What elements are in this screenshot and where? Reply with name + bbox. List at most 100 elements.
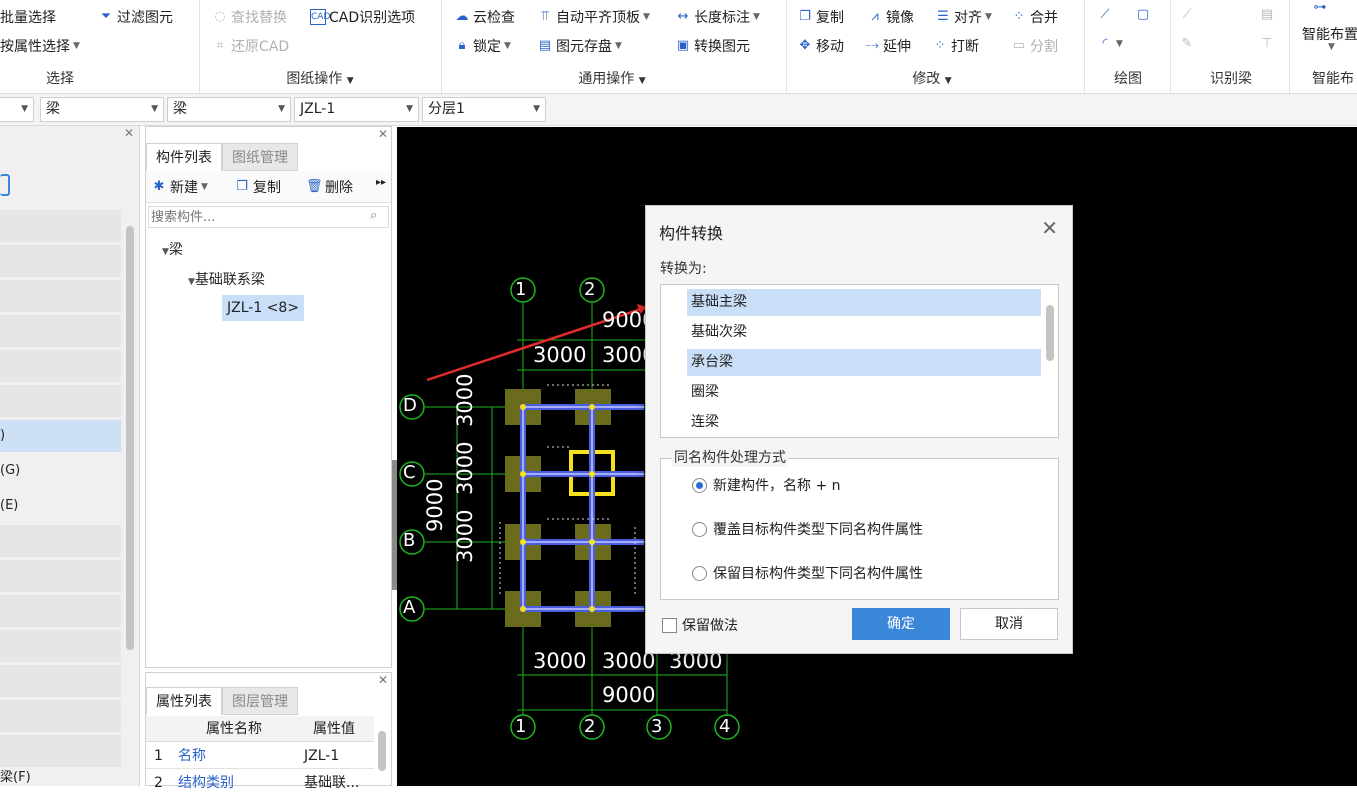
close-icon[interactable]: ✕ <box>124 126 134 140</box>
tree-root[interactable]: ▼梁 <box>162 239 183 259</box>
nav-row[interactable] <box>0 350 121 382</box>
list-scrollbar[interactable] <box>1046 305 1054 361</box>
align-icon: ☰ <box>937 9 949 24</box>
ribbon: 批量选择 ⏷ 过滤图元 按属性选择 ▼ 选择 ◌ 查找替换 CAD CAD识别选项 ⌗ 还… <box>0 0 1357 94</box>
modify-label: 修改 ▼ <box>912 71 952 87</box>
copy-label: 复制 <box>816 10 844 26</box>
component-convert-dialog: 构件转换 ✕ 转换为: 基础主梁 基础次梁 承台梁 圈梁 连梁 同名构件处理方式… <box>645 205 1073 654</box>
extend-icon: ⤍ <box>865 38 879 53</box>
save-elements-button[interactable]: ▤ 图元存盘 ▼ <box>537 36 622 56</box>
split-button[interactable]: ▭ 分割 <box>1011 36 1058 56</box>
table-row[interactable]: 2 结构类别 基础联... <box>146 770 374 796</box>
close-icon[interactable]: ✕ <box>378 673 388 687</box>
nav-row[interactable] <box>0 735 121 767</box>
ok-button[interactable]: 确定 <box>852 608 950 640</box>
list-item-main-beam[interactable]: 基础主梁 <box>687 289 1041 316</box>
left-scrollbar[interactable] <box>126 226 134 650</box>
auto-align-button[interactable]: ⫪ 自动平齐顶板 ▼ <box>537 7 650 27</box>
selector-category[interactable]: 梁 ▼ <box>40 97 164 122</box>
search-component-input[interactable] <box>148 206 389 228</box>
list-item-secondary-beam[interactable]: 基础次梁 <box>687 319 1041 346</box>
align-button[interactable]: ☰ 对齐 ▼ <box>935 7 992 27</box>
move-button[interactable]: ✥ 移动 <box>797 36 844 56</box>
axis-label-d: D <box>403 395 417 416</box>
tree-leaf-selected[interactable]: JZL-1 <8> <box>222 295 305 321</box>
nav-row[interactable] <box>0 630 121 662</box>
keep-method-label: 保留做法 <box>682 618 738 634</box>
nav-row[interactable] <box>0 280 121 312</box>
mirror-button[interactable]: ⩘ 镜像 <box>867 7 914 27</box>
lock-button[interactable]: 🔒︎ 锁定 ▼ <box>454 36 511 56</box>
batch-select-button[interactable]: 批量选择 <box>0 7 56 27</box>
close-icon[interactable]: ✕ <box>378 127 388 141</box>
radio-overwrite[interactable]: 覆盖目标构件类型下同名构件属性 <box>692 519 923 539</box>
convert-target-list[interactable]: 基础主梁 基础次梁 承台梁 圈梁 连梁 <box>660 284 1059 438</box>
close-icon[interactable]: ✕ <box>1041 216 1058 240</box>
selector-type[interactable]: 梁 ▼ <box>167 97 291 122</box>
new-component-button[interactable]: ✱ 新建 ▼ <box>151 177 208 197</box>
draw-arc-button[interactable]: ◜ ▼ <box>1097 36 1122 52</box>
filter-elements-button[interactable]: ⏷ 过滤图元 <box>98 7 173 27</box>
nav-row-e[interactable]: (E) <box>0 490 121 522</box>
smart-layout-icon-btn[interactable]: ⊶ <box>1312 0 1328 16</box>
property-scrollbar[interactable] <box>378 731 386 771</box>
selector-layer[interactable]: 分层1 ▼ <box>422 97 546 122</box>
list-item-cap-beam[interactable]: 承台梁 <box>687 349 1041 376</box>
radio-icon <box>692 521 707 537</box>
filter-icon: ⏷ <box>100 9 112 24</box>
tab-layer-manage[interactable]: 图层管理 <box>222 687 298 715</box>
cloud-check-button[interactable]: ☁ 云检查 <box>454 7 516 27</box>
nav-row-f[interactable]: 梁(F) <box>0 770 121 802</box>
copy-button[interactable]: ❐ 复制 <box>797 7 844 27</box>
draw-rect-button[interactable]: ▢ <box>1135 7 1151 23</box>
nav-row[interactable] <box>0 665 121 697</box>
length-dim-button[interactable]: ↔ 长度标注 ▼ <box>675 7 760 27</box>
nav-row[interactable] <box>0 700 121 732</box>
draw-line-button[interactable]: ⟋ <box>1097 7 1113 23</box>
table-row[interactable]: 1 名称 JZL-1 <box>146 743 374 769</box>
list-item-ring-beam[interactable]: 圈梁 <box>687 379 1041 406</box>
smart-layout-button[interactable]: 智能布置 <box>1302 24 1357 44</box>
merge-button[interactable]: ⁘ 合并 <box>1011 7 1058 27</box>
restore-cad-button[interactable]: ⌗ 还原CAD <box>212 36 289 56</box>
nav-row[interactable] <box>0 210 121 242</box>
nav-row[interactable] <box>0 525 121 557</box>
nav-row-selected[interactable]: ) <box>0 420 121 452</box>
recognize-tool-1[interactable]: ⟋ <box>1179 7 1195 23</box>
delete-component-button[interactable]: 🗑︎ 删除 <box>306 177 353 197</box>
general-ops-group: ☁ 云检查 ⫪ 自动平齐顶板 ▼ ↔ 长度标注 ▼ 🔒︎ 锁定 ▼ ▤ 图元存盘 ▼ ▣ 转换图元 … <box>442 0 787 94</box>
nav-row[interactable] <box>0 385 121 417</box>
keep-method-checkbox[interactable]: 保留做法 <box>662 615 738 635</box>
more-icon[interactable]: ▸▸ <box>376 177 386 188</box>
list-item-coupling-beam[interactable]: 连梁 <box>687 409 1041 436</box>
smart-layout-group: ⊶ 智能布置 ▼ 智能布 <box>1290 0 1357 94</box>
nav-row-g[interactable]: (G) <box>0 455 121 487</box>
selector-0[interactable]: ▼ <box>0 97 34 122</box>
nav-row[interactable] <box>0 245 121 277</box>
tab-drawing-manage[interactable]: 图纸管理 <box>222 143 298 171</box>
smart-layout-dropdown[interactable]: ▼ <box>1328 42 1335 52</box>
recognize-tool-2[interactable]: ▤ <box>1259 7 1275 23</box>
nav-row[interactable] <box>0 315 121 347</box>
convert-elements-button[interactable]: ▣ 转换图元 <box>675 36 750 56</box>
select-by-attribute-button[interactable]: 按属性选择 ▼ <box>0 36 80 56</box>
selector-component[interactable]: JZL-1 ▼ <box>294 97 419 122</box>
nav-row[interactable] <box>0 595 121 627</box>
find-replace-button[interactable]: ◌ 查找替换 <box>212 7 287 27</box>
cad-options-button[interactable]: CAD CAD识别选项 <box>310 7 415 27</box>
nav-tool-icon[interactable] <box>0 174 10 196</box>
radio-new-component[interactable]: 新建构件，名称 + n <box>692 475 841 495</box>
copy-component-button[interactable]: ❐ 复制 <box>234 177 281 197</box>
nav-row[interactable] <box>0 560 121 592</box>
radio-keep[interactable]: 保留目标构件类型下同名构件属性 <box>692 563 923 583</box>
cancel-button[interactable]: 取消 <box>960 608 1058 640</box>
tab-component-list[interactable]: 构件列表 <box>146 143 222 171</box>
recognize-tool-3[interactable]: ✎ <box>1179 36 1195 52</box>
tab-property-list[interactable]: 属性列表 <box>146 687 222 715</box>
extend-button[interactable]: ⤍ 延伸 <box>864 36 911 56</box>
break-button[interactable]: ⁘ 打断 <box>932 36 979 56</box>
smart-layout-icon: ⊶ <box>1313 0 1327 15</box>
tree-child[interactable]: ▼基础联系梁 <box>188 269 265 289</box>
recognize-tool-4[interactable]: ⊤ <box>1259 36 1275 52</box>
component-tabs: 构件列表 图纸管理 <box>146 143 298 171</box>
